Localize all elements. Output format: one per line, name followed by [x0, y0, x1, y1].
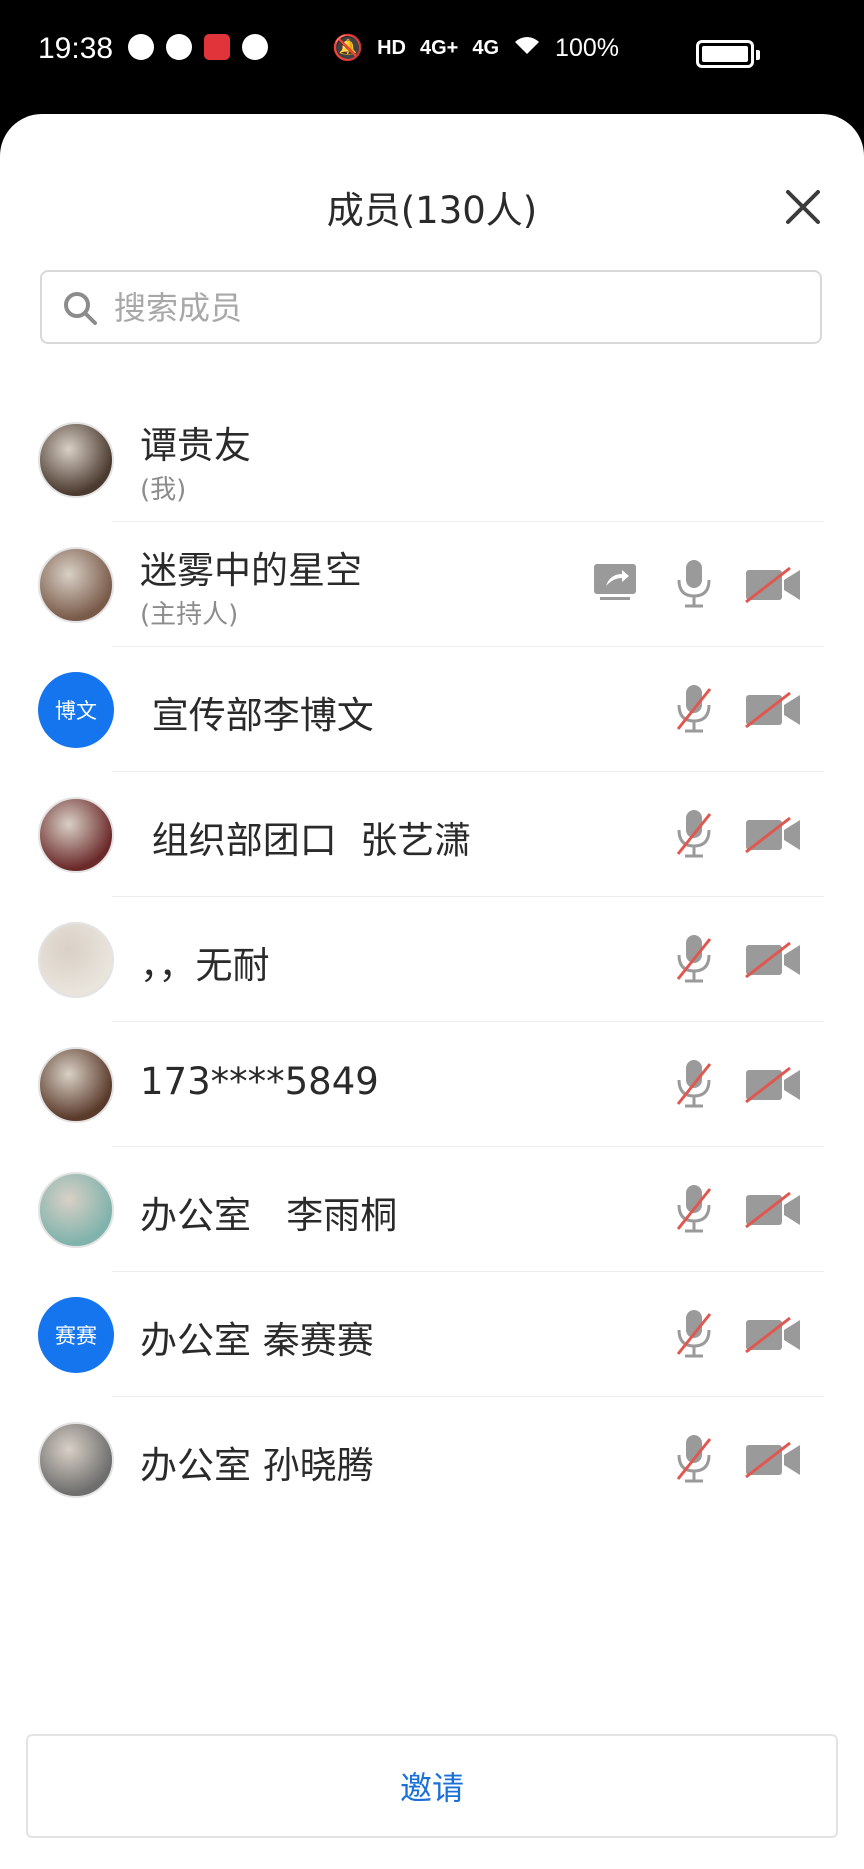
mic-muted-icon[interactable]	[674, 1433, 714, 1489]
member-row[interactable]: 博文 宣传部李博文	[0, 647, 864, 772]
camera-off-icon[interactable]	[744, 1066, 802, 1108]
mic-muted-icon[interactable]	[674, 933, 714, 989]
qq-icon	[242, 34, 268, 60]
camera-off-icon[interactable]	[744, 1191, 802, 1233]
avatar	[38, 922, 114, 998]
mic-muted-icon[interactable]	[674, 1058, 714, 1114]
network-hd: HD	[377, 37, 406, 59]
avatar	[38, 1422, 114, 1498]
avatar: 赛赛	[38, 1297, 114, 1373]
member-name: 办公室 孙晓腾	[140, 1444, 374, 1487]
member-row[interactable]: 办公室 李雨桐	[0, 1147, 864, 1272]
camera-off-icon[interactable]	[744, 566, 802, 608]
member-row[interactable]: 173****5849	[0, 1022, 864, 1147]
mic-muted-icon[interactable]	[674, 808, 714, 864]
members-sheet: 成员(130人) 谭贵友 (我) 迷雾中的星空 (主持人) 博文 宣传部李博文 组织部团…	[0, 114, 864, 1869]
member-name: 办公室 李雨桐	[140, 1194, 398, 1237]
notification-icons	[128, 34, 268, 60]
network-4g: 4G	[472, 37, 500, 59]
search-box[interactable]	[40, 270, 822, 344]
invite-button[interactable]: 邀请	[26, 1734, 838, 1838]
camera-off-icon[interactable]	[744, 1316, 802, 1358]
status-right: 🔕 HD 4G+ 4G 100%	[332, 34, 619, 63]
avatar	[38, 1172, 114, 1248]
mic-icon[interactable]	[674, 558, 714, 614]
mic-muted-icon[interactable]	[674, 1308, 714, 1364]
silent-icon: 🔕	[331, 34, 364, 62]
battery-percent: 100%	[555, 34, 619, 62]
member-name: 迷雾中的星空	[140, 549, 362, 592]
member-role-tag: (我)	[140, 475, 187, 505]
wechat-icon	[166, 34, 192, 60]
mic-muted-icon[interactable]	[674, 1183, 714, 1239]
close-icon[interactable]	[780, 184, 826, 230]
member-row[interactable]: 办公室 孙晓腾	[0, 1397, 864, 1502]
screen-share-icon	[592, 562, 638, 606]
battery-icon	[696, 40, 760, 68]
camera-off-icon[interactable]	[744, 816, 802, 858]
camera-off-icon[interactable]	[744, 1441, 802, 1483]
member-role-tag: (主持人)	[140, 600, 239, 630]
page-title: 成员(130人)	[326, 189, 538, 232]
member-name: ，，无耐	[140, 944, 270, 987]
status-time: 19:38	[38, 32, 114, 65]
avatar: 博文	[38, 672, 114, 748]
camera-off-icon[interactable]	[744, 941, 802, 983]
status-bar: 19:38 🔕 HD 4G+ 4G 100%	[0, 0, 864, 112]
avatar	[38, 797, 114, 873]
avatar	[38, 1047, 114, 1123]
member-row[interactable]: 迷雾中的星空 (主持人)	[0, 522, 864, 647]
camera-off-icon[interactable]	[744, 691, 802, 733]
member-name: 宣传部李博文	[140, 694, 374, 737]
member-name: 谭贵友	[140, 424, 251, 467]
member-name: 办公室 秦赛赛	[140, 1319, 374, 1362]
member-list[interactable]: 谭贵友 (我) 迷雾中的星空 (主持人) 博文 宣传部李博文 组织部团口 张艺潇 ，，无耐…	[0, 397, 864, 1502]
network-4g-plus: 4G+	[420, 37, 459, 59]
app-badge-icon	[204, 34, 230, 60]
member-name: 173****5849	[140, 1060, 379, 1103]
wifi-icon	[513, 34, 541, 63]
search-icon	[64, 292, 97, 325]
search-input[interactable]	[112, 284, 796, 332]
member-name: 组织部团口 张艺潇	[140, 819, 472, 862]
member-row[interactable]: 组织部团口 张艺潇	[0, 772, 864, 897]
mic-muted-icon[interactable]	[674, 683, 714, 739]
avatar	[38, 422, 114, 498]
app-notification-icon	[128, 34, 154, 60]
avatar	[38, 547, 114, 623]
member-row[interactable]: ，，无耐	[0, 897, 864, 1022]
member-row[interactable]: 谭贵友 (我)	[0, 397, 864, 522]
member-row[interactable]: 赛赛 办公室 秦赛赛	[0, 1272, 864, 1397]
